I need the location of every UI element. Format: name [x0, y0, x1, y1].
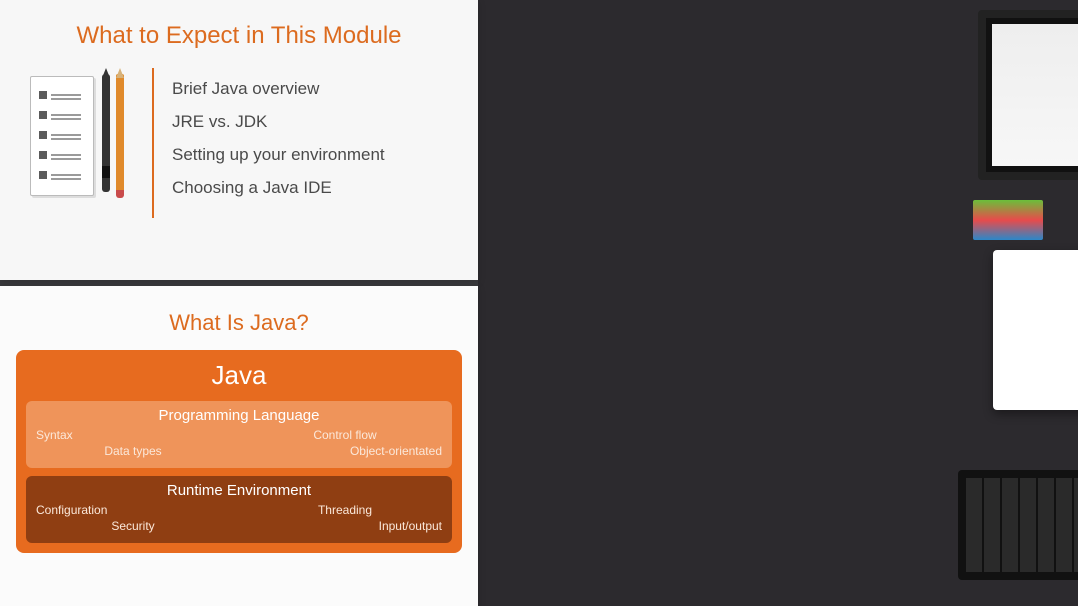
keyboard-icon	[958, 470, 1078, 580]
vertical-divider	[152, 68, 154, 218]
runtime-item: Configuration	[36, 503, 107, 517]
java-card: Java Programming Language Syntax Control…	[16, 350, 462, 553]
lang-item: Control flow	[313, 428, 376, 442]
lang-item: Object-orientated	[350, 444, 442, 458]
lang-item: Syntax	[36, 428, 73, 442]
runtime-item: Threading	[318, 503, 372, 517]
list-item: Setting up your environment	[172, 138, 385, 171]
subcard-title: Programming Language	[36, 407, 442, 424]
pen-icon	[102, 74, 110, 192]
runtime-item: Input/output	[379, 519, 442, 533]
list-item: Choosing a Java IDE	[172, 171, 385, 204]
java-card-title: Java	[26, 358, 452, 397]
slide-module-expectations: What to Expect in This Module Brief Java…	[0, 0, 478, 280]
course-slide-stage: What to Expect in This Module Brief Java…	[0, 0, 1078, 606]
runtime-item: Security	[111, 519, 154, 533]
checklist-icon	[24, 68, 134, 208]
lang-item: Data types	[104, 444, 161, 458]
open-book-icon	[993, 250, 1078, 410]
list-item: JRE vs. JDK	[172, 105, 385, 138]
subcard-title: Runtime Environment	[36, 482, 442, 499]
slide-what-is-java: What Is Java? Java Programming Language …	[0, 286, 478, 606]
slide-title: What Is Java?	[0, 286, 478, 336]
pencil-icon	[116, 74, 124, 192]
expectations-list: Brief Java overview JRE vs. JDK Setting …	[172, 68, 385, 205]
desk-photo	[478, 0, 1078, 606]
monitor-icon	[978, 10, 1078, 180]
runtime-environment-card: Runtime Environment Configuration Thread…	[26, 476, 452, 543]
programming-language-card: Programming Language Syntax Control flow…	[26, 401, 452, 468]
list-item: Brief Java overview	[172, 72, 385, 105]
magazines-icon	[973, 200, 1043, 240]
slide-title: What to Expect in This Module	[0, 0, 478, 50]
